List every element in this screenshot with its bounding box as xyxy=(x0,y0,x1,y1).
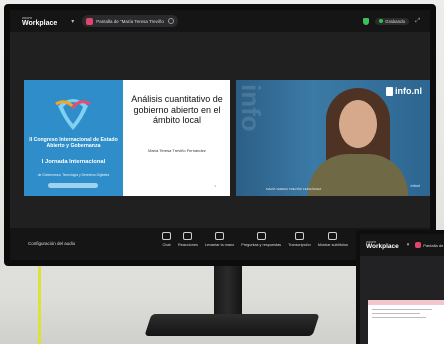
qa-button[interactable]: Preguntas y respuestas xyxy=(241,232,281,247)
yellow-cable xyxy=(38,262,41,344)
transcript-icon xyxy=(294,232,304,240)
document-line xyxy=(372,317,426,318)
transcription-label: Transcripción xyxy=(288,243,311,247)
chevron-down-icon[interactable]: ▾ xyxy=(71,18,74,25)
info-logo-text: info.nl xyxy=(395,86,422,96)
monitor-base xyxy=(144,314,320,336)
captions-button[interactable]: Mostrar subtítulos xyxy=(318,232,348,247)
slide-page-number: 1 xyxy=(214,184,216,188)
share-label: Pantalla de "María Teresa Treviño xyxy=(96,18,164,24)
hand-icon xyxy=(215,232,225,240)
recording-dot-icon xyxy=(379,19,384,23)
info-nl-logo: info.nl xyxy=(386,86,422,96)
recording-label: Grabando xyxy=(385,18,406,24)
share-screen-icon xyxy=(415,242,422,248)
zoom-logo: zoom Workplace xyxy=(22,15,58,27)
second-share-label: Pantalla de xyxy=(423,242,444,248)
second-monitor: zoom Workplace ▾ Pantalla de xyxy=(356,230,444,344)
video-name-tag: MARÍA TERESA TREVIÑO FERNÁNDEZ xyxy=(266,187,322,191)
slide-left-panel: II Congreso Internacional de Estado Abie… xyxy=(24,80,123,196)
slide-jornada-text: I Jornada Internacional xyxy=(41,159,106,165)
document-header-bar xyxy=(368,300,444,305)
congress-logo-icon xyxy=(55,99,91,130)
meeting-stage: II Congreso Internacional de Estado Abie… xyxy=(10,32,430,228)
slide-date-pill xyxy=(48,183,98,188)
raise-hand-label: Levantar la mano xyxy=(204,243,235,247)
share-screen-icon xyxy=(86,17,94,25)
second-shared-document xyxy=(368,300,444,344)
chat-label: Chat xyxy=(162,243,171,247)
audio-settings-button[interactable]: Configuración del audio xyxy=(28,241,75,246)
transcription-button[interactable]: Transcripción xyxy=(288,232,311,247)
speaker-face xyxy=(339,100,377,148)
slide-congress-text: II Congreso Internacional de Estado Abie… xyxy=(29,137,118,150)
chat-icon xyxy=(162,232,171,240)
second-brand-big: Workplace xyxy=(366,242,399,250)
zoom-titlebar: zoom Workplace ▾ Pantalla de "María Tere… xyxy=(10,10,430,32)
zoom-window: zoom Workplace ▾ Pantalla de "María Tere… xyxy=(10,10,430,260)
reactions-button[interactable]: Reacciones xyxy=(178,232,198,247)
document-line xyxy=(372,313,420,314)
toolbar-buttons: Chat Reacciones Levantar la mano Pregunt… xyxy=(162,232,355,247)
close-icon[interactable] xyxy=(167,18,174,24)
reactions-label: Reacciones xyxy=(178,243,198,247)
second-zoom-window: zoom Workplace ▾ Pantalla de xyxy=(360,234,444,344)
expand-icon[interactable]: ⤢ xyxy=(415,18,420,25)
second-zoom-logo: zoom Workplace xyxy=(366,239,399,251)
smiley-icon xyxy=(183,232,193,240)
slide-author: María Teresa Treviño Fernández xyxy=(148,148,206,153)
info-logo-icon xyxy=(386,86,393,96)
shared-slide: II Congreso Internacional de Estado Abie… xyxy=(24,80,230,196)
document-line xyxy=(372,309,432,310)
main-monitor: zoom Workplace ▾ Pantalla de "María Tere… xyxy=(4,4,436,266)
recording-indicator[interactable]: Grabando xyxy=(375,17,410,25)
chevron-down-icon[interactable]: ▾ xyxy=(407,242,410,248)
captions-icon xyxy=(328,232,338,240)
speaker-body xyxy=(308,154,408,196)
video-corner-tag: infonl xyxy=(410,184,420,188)
second-zoom-titlebar: zoom Workplace ▾ Pantalla de xyxy=(360,234,444,256)
speaker-video[interactable]: info info.nl MARÍA TERESA TREVIÑO FERNÁN… xyxy=(236,80,430,196)
video-watermark: info xyxy=(236,84,266,132)
zoom-brand-big: Workplace xyxy=(22,19,58,27)
screen-share-indicator[interactable]: Pantalla de "María Teresa Treviño xyxy=(82,15,178,27)
titlebar-right: Grabando ⤢ xyxy=(363,17,420,25)
slide-title: Análisis cuantitativo de gobierno abiert… xyxy=(131,94,223,126)
chat-button[interactable]: Chat xyxy=(162,232,171,247)
captions-label: Mostrar subtítulos xyxy=(317,243,348,247)
qa-icon xyxy=(256,232,266,240)
qa-label: Preguntas y respuestas xyxy=(241,243,282,247)
raise-hand-button[interactable]: Levantar la mano xyxy=(205,232,234,247)
slide-jornada-subtext: de Gobernanza, Tecnología y Derechos Dig… xyxy=(37,173,110,177)
shield-icon[interactable] xyxy=(363,17,370,25)
